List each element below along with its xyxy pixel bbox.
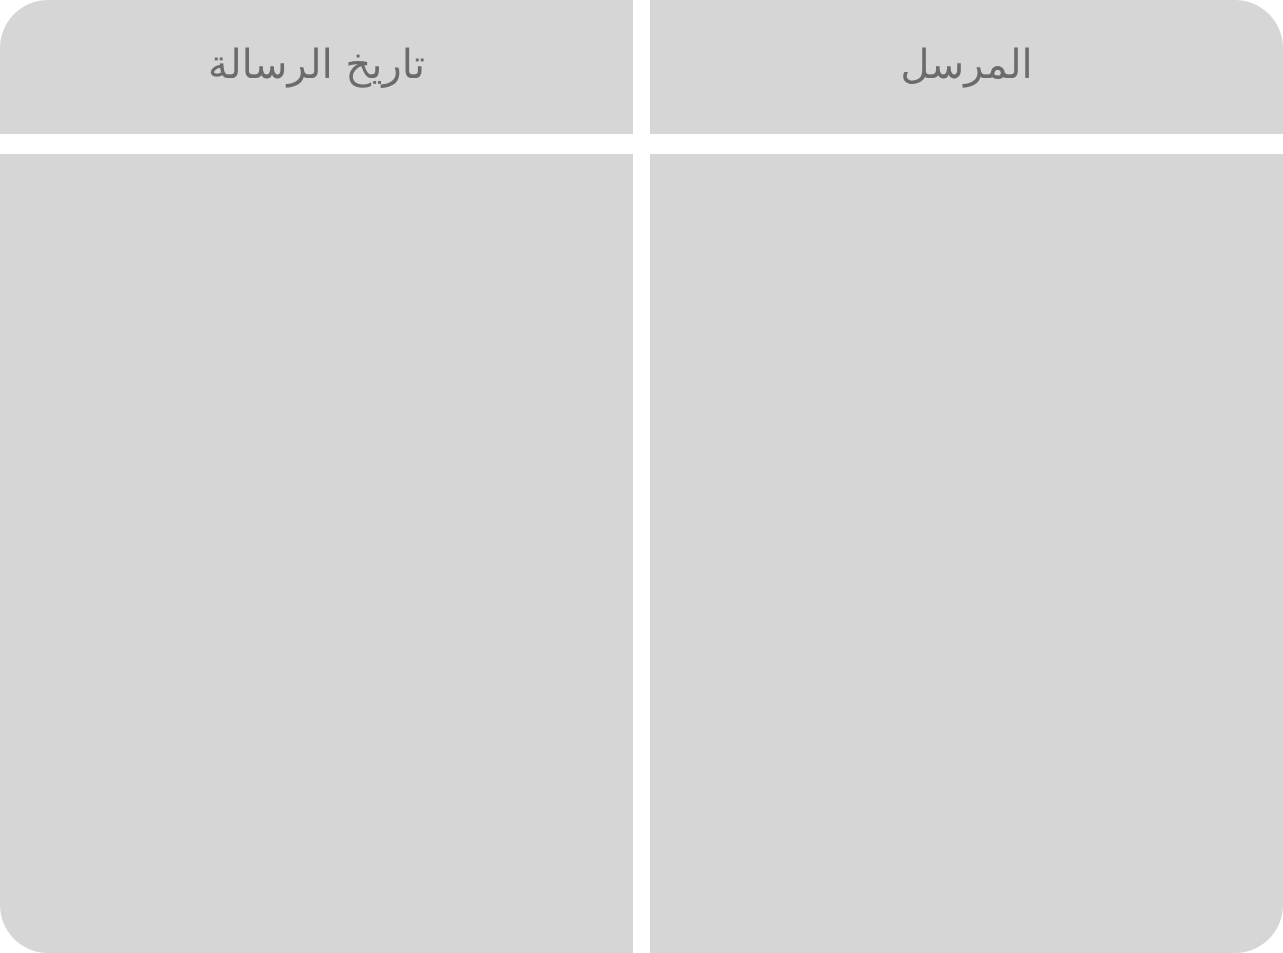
column-header-message-date[interactable]: تاريخ الرسالة (0, 0, 633, 134)
messages-table: المرسل تاريخ الرسالة (0, 0, 1283, 953)
column-header-label: المرسل (900, 42, 1033, 88)
column-body-sender (650, 154, 1283, 953)
column-header-sender[interactable]: المرسل (650, 0, 1283, 134)
column-header-label: تاريخ الرسالة (208, 42, 426, 88)
column-body-message-date (0, 154, 633, 953)
